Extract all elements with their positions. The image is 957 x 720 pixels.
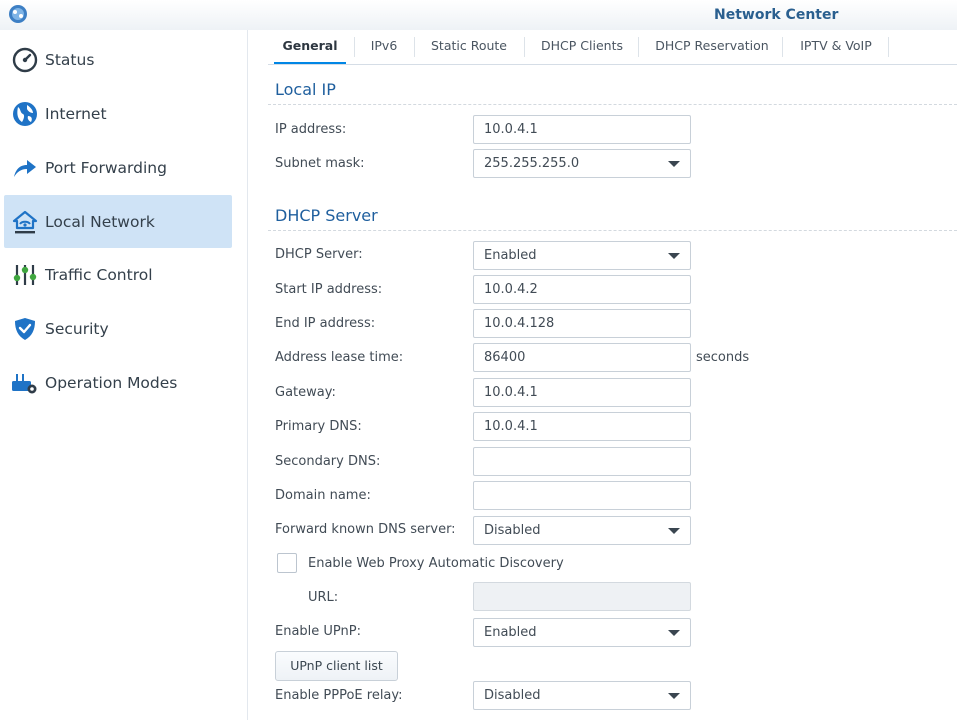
dhcp-server-select[interactable]: Enabled [473,241,691,270]
secondary-dns-input[interactable] [473,447,691,476]
sidebar-item-label: Port Forwarding [45,158,167,177]
sidebar-item-traffic-control[interactable]: Traffic Control [4,248,232,301]
upnp-select[interactable]: Enabled [473,618,691,647]
section-divider [268,104,957,105]
window-title: Network Center [714,7,839,23]
chevron-down-icon [668,693,680,699]
pppoe-relay-label: Enable PPPoE relay: [275,688,403,703]
tab-dhcp-clients[interactable]: DHCP Clients [530,30,634,64]
tab-ipv6[interactable]: IPv6 [360,30,408,64]
lease-time-unit: seconds [696,350,750,365]
start-ip-label: Start IP address: [275,282,383,297]
sidebar-item-status[interactable]: Status [4,33,232,86]
sidebar-item-local-network[interactable]: Local Network [4,195,232,248]
arrow-forward-icon [11,154,39,182]
tab-static-route[interactable]: Static Route [420,30,518,64]
tab-divider [782,37,783,57]
sidebar-item-internet[interactable]: Internet [4,87,232,140]
url-label: URL: [308,590,339,605]
tab-bar: General IPv6 Static Route DHCP Clients D… [268,30,957,65]
tab-dhcp-reservation[interactable]: DHCP Reservation [644,30,780,64]
home-network-icon [11,208,39,236]
title-bar: Network Center [0,0,957,30]
pppoe-relay-value: Disabled [484,688,541,703]
dhcp-server-label: DHCP Server: [275,247,363,262]
shield-icon [11,315,39,343]
gateway-label: Gateway: [275,385,336,400]
end-ip-input[interactable]: 10.0.4.128 [473,309,691,338]
sidebar-item-label: Security [45,319,109,338]
upnp-label: Enable UPnP: [275,624,361,639]
pppoe-relay-select[interactable]: Disabled [473,681,691,710]
section-title-dhcp-server: DHCP Server [275,206,378,225]
sidebar-item-label: Internet [45,104,107,123]
primary-dns-input[interactable]: 10.0.4.1 [473,412,691,441]
tab-divider [414,37,415,57]
chevron-down-icon [668,528,680,534]
forward-dns-value: Disabled [484,523,541,538]
forward-dns-select[interactable]: Disabled [473,516,691,545]
sidebar-item-label: Status [45,50,95,69]
wpad-checkbox-label[interactable]: Enable Web Proxy Automatic Discovery [308,556,564,571]
section-title-local-ip: Local IP [275,80,336,99]
secondary-dns-label: Secondary DNS: [275,454,381,469]
tab-general[interactable]: General [274,30,346,64]
ip-address-label: IP address: [275,122,347,137]
tab-iptv-voip[interactable]: IPTV & VoIP [788,30,884,64]
sidebar-item-label: Operation Modes [45,373,178,392]
upnp-value: Enabled [484,625,537,640]
sidebar-item-operation-modes[interactable]: Operation Modes [4,356,232,409]
chevron-down-icon [668,161,680,167]
tab-divider [638,37,639,57]
dhcp-server-value: Enabled [484,248,537,263]
chevron-down-icon [668,253,680,259]
primary-dns-label: Primary DNS: [275,419,362,434]
start-ip-input[interactable]: 10.0.4.2 [473,275,691,304]
gateway-input[interactable]: 10.0.4.1 [473,378,691,407]
upnp-client-list-button[interactable]: UPnP client list [275,651,398,681]
chevron-down-icon [668,630,680,636]
synology-router-icon [9,5,27,23]
domain-name-input[interactable] [473,481,691,510]
lease-time-input[interactable]: 86400 [473,343,691,372]
router-gear-icon [11,369,39,397]
globe-icon [11,100,39,128]
tab-divider [354,37,355,57]
subnet-mask-select[interactable]: 255.255.255.0 [473,149,691,178]
ip-address-input[interactable]: 10.0.4.1 [473,115,691,144]
end-ip-label: End IP address: [275,316,376,331]
sidebar-item-label: Local Network [45,212,155,231]
tab-divider [888,37,889,57]
tab-divider [524,37,525,57]
sidebar: Status Internet Port Forwarding Local Ne… [0,30,248,720]
lease-time-label: Address lease time: [275,350,404,365]
gauge-icon [11,46,39,74]
sidebar-item-security[interactable]: Security [4,302,232,355]
subnet-mask-label: Subnet mask: [275,156,365,171]
url-input[interactable] [473,582,691,611]
sliders-icon [11,261,39,289]
wpad-checkbox[interactable] [277,553,297,573]
subnet-mask-value: 255.255.255.0 [484,156,580,171]
section-divider [268,230,957,231]
forward-dns-label: Forward known DNS server: [275,522,456,537]
domain-name-label: Domain name: [275,488,371,503]
sidebar-item-port-forwarding[interactable]: Port Forwarding [4,141,232,194]
sidebar-item-label: Traffic Control [45,265,153,284]
